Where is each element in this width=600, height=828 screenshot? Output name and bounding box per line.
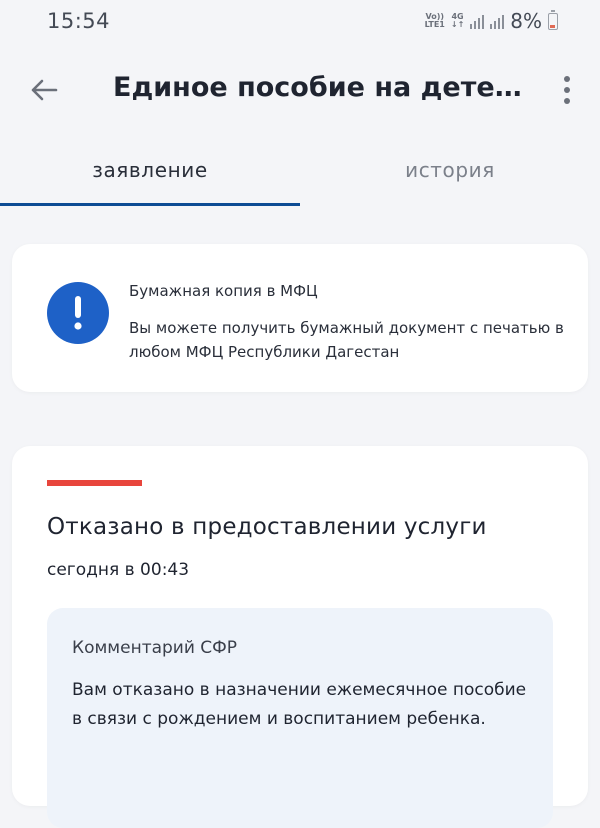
network-bottom-label: ↓↑ (450, 20, 465, 29)
status-time-label: сегодня в 00:43 (47, 560, 190, 580)
info-title: Бумажная копия в МФЦ (129, 282, 318, 300)
status-indicator (47, 480, 142, 486)
status-title: Отказано в предоставлении услуги (47, 514, 487, 540)
tab-history[interactable]: история (300, 140, 600, 206)
info-card: Бумажная копия в МФЦ Вы можете получить … (12, 244, 588, 392)
arrow-left-icon (31, 79, 58, 101)
status-bar: 15:54 Vo)) LTE1 4G ↓↑ 8% (0, 0, 600, 46)
exclamation-icon (47, 282, 109, 344)
back-button[interactable] (22, 68, 66, 112)
comment-title: Комментарий СФР (72, 638, 238, 658)
signal-1-icon (470, 13, 485, 29)
comment-text: Вам отказано в назначении ежемесячное по… (72, 680, 527, 729)
signal-2-icon (490, 13, 505, 29)
page-title: Единое пособие на детей и б... (113, 72, 523, 103)
status-icons: Vo)) LTE1 4G ↓↑ 8% (425, 9, 558, 33)
battery-icon (548, 9, 558, 30)
status-card: Отказано в предоставлении услуги сегодня… (12, 446, 588, 828)
volte-bottom-label: LTE1 (424, 20, 445, 29)
battery-percent: 8% (510, 9, 542, 33)
tabs: заявление история (0, 140, 600, 206)
comment-box: Комментарий СФР Вам отказано в назначени… (47, 608, 553, 828)
app-bar: Единое пособие на детей и б... (0, 46, 600, 134)
status-time: 15:54 (47, 9, 111, 33)
volte-icon: Vo)) LTE1 (425, 13, 445, 29)
info-text: Вы можете получить бумажный документ с п… (129, 319, 564, 361)
tab-application[interactable]: заявление (0, 140, 300, 206)
more-options-icon[interactable] (552, 68, 582, 112)
network-type-icon: 4G ↓↑ (451, 13, 464, 29)
